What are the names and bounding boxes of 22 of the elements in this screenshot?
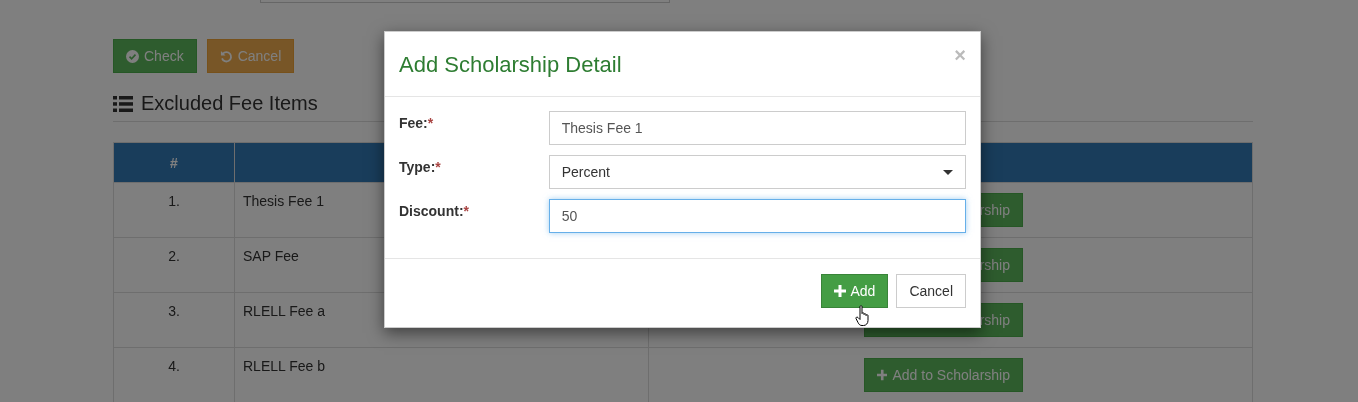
add-to-scholarship-button[interactable]: Add to Scholarship [864, 358, 1023, 392]
table-cell: 2. [113, 237, 235, 293]
list-icon [113, 95, 133, 112]
field-label: Discount:* [399, 202, 470, 219]
add-button[interactable]: Add [821, 274, 889, 308]
column-header: # [113, 142, 235, 183]
table-cell: 3. [113, 292, 235, 348]
input-field[interactable]: 50 [548, 199, 966, 233]
check-button[interactable]: Check [113, 39, 197, 73]
caret-icon [943, 169, 953, 175]
section-title: Excluded Fee Items [141, 92, 318, 115]
input-field[interactable]: Thesis Fee 1 [548, 111, 966, 145]
dialog-title: Add Scholarship Detail [399, 52, 622, 78]
table-cell: 1. [113, 182, 235, 238]
type-dropdown[interactable]: Percent [548, 155, 966, 189]
field-label: Fee:* [399, 114, 435, 131]
field-label: Type:* [399, 158, 442, 175]
close-button[interactable]: × [954, 44, 966, 67]
undo-icon [219, 49, 233, 63]
check-circle-icon [126, 49, 139, 63]
table-cell: 4. [113, 347, 235, 402]
cancel-button[interactable]: Cancel [896, 274, 966, 308]
